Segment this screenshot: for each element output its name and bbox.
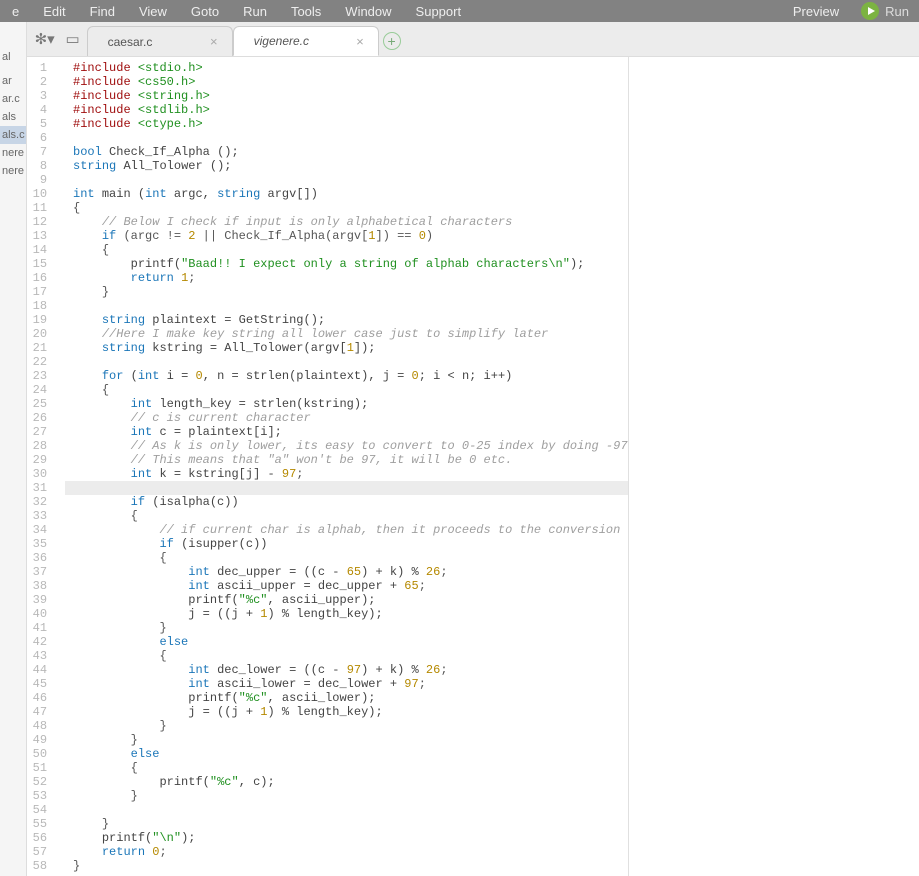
tree-item[interactable]: nere xyxy=(0,162,26,180)
close-icon[interactable]: × xyxy=(206,34,222,49)
line-gutter: 1234567891011121314151617181920212223242… xyxy=(27,57,65,876)
run-button[interactable]: Run xyxy=(851,2,919,20)
tree-item[interactable]: als.c xyxy=(0,126,26,144)
gear-icon[interactable]: ✻▾ xyxy=(31,30,59,56)
menu-item[interactable]: Tools xyxy=(279,4,333,19)
tree-item[interactable]: ar xyxy=(0,72,26,90)
menu-item[interactable]: Window xyxy=(333,4,403,19)
file-tree[interactable]: alarar.calsals.cnerenere xyxy=(0,22,27,876)
menubar: eEditFindViewGotoRunToolsWindowSupportPr… xyxy=(0,0,919,22)
menu-item[interactable]: Goto xyxy=(179,4,231,19)
tab-bar: ✻▾ ▭ caesar.c×vigenere.c× + xyxy=(27,22,919,57)
tree-item[interactable]: ar.c xyxy=(0,90,26,108)
tree-item[interactable]: nere xyxy=(0,144,26,162)
menu-item[interactable]: Support xyxy=(404,4,474,19)
tab[interactable]: vigenere.c× xyxy=(233,26,379,56)
tree-item[interactable]: als xyxy=(0,108,26,126)
panel-icon[interactable]: ▭ xyxy=(59,30,87,56)
menu-item[interactable]: Run xyxy=(231,4,279,19)
menu-item[interactable]: e xyxy=(0,4,31,19)
close-icon[interactable]: × xyxy=(352,34,368,49)
new-tab-button[interactable]: + xyxy=(379,32,405,56)
code-area[interactable]: #include <stdio.h>#include <cs50.h>#incl… xyxy=(65,57,628,876)
tab-label: caesar.c xyxy=(108,35,206,49)
preview-button[interactable]: Preview xyxy=(781,4,851,19)
code-editor[interactable]: 1234567891011121314151617181920212223242… xyxy=(27,57,628,876)
play-icon xyxy=(861,2,879,20)
menu-item[interactable]: View xyxy=(127,4,179,19)
menu-item[interactable]: Edit xyxy=(31,4,77,19)
menu-item[interactable]: Find xyxy=(78,4,127,19)
tab[interactable]: caesar.c× xyxy=(87,26,233,56)
tab-label: vigenere.c xyxy=(254,34,352,48)
doc-panel xyxy=(628,57,919,876)
tree-item[interactable]: al xyxy=(0,48,26,66)
